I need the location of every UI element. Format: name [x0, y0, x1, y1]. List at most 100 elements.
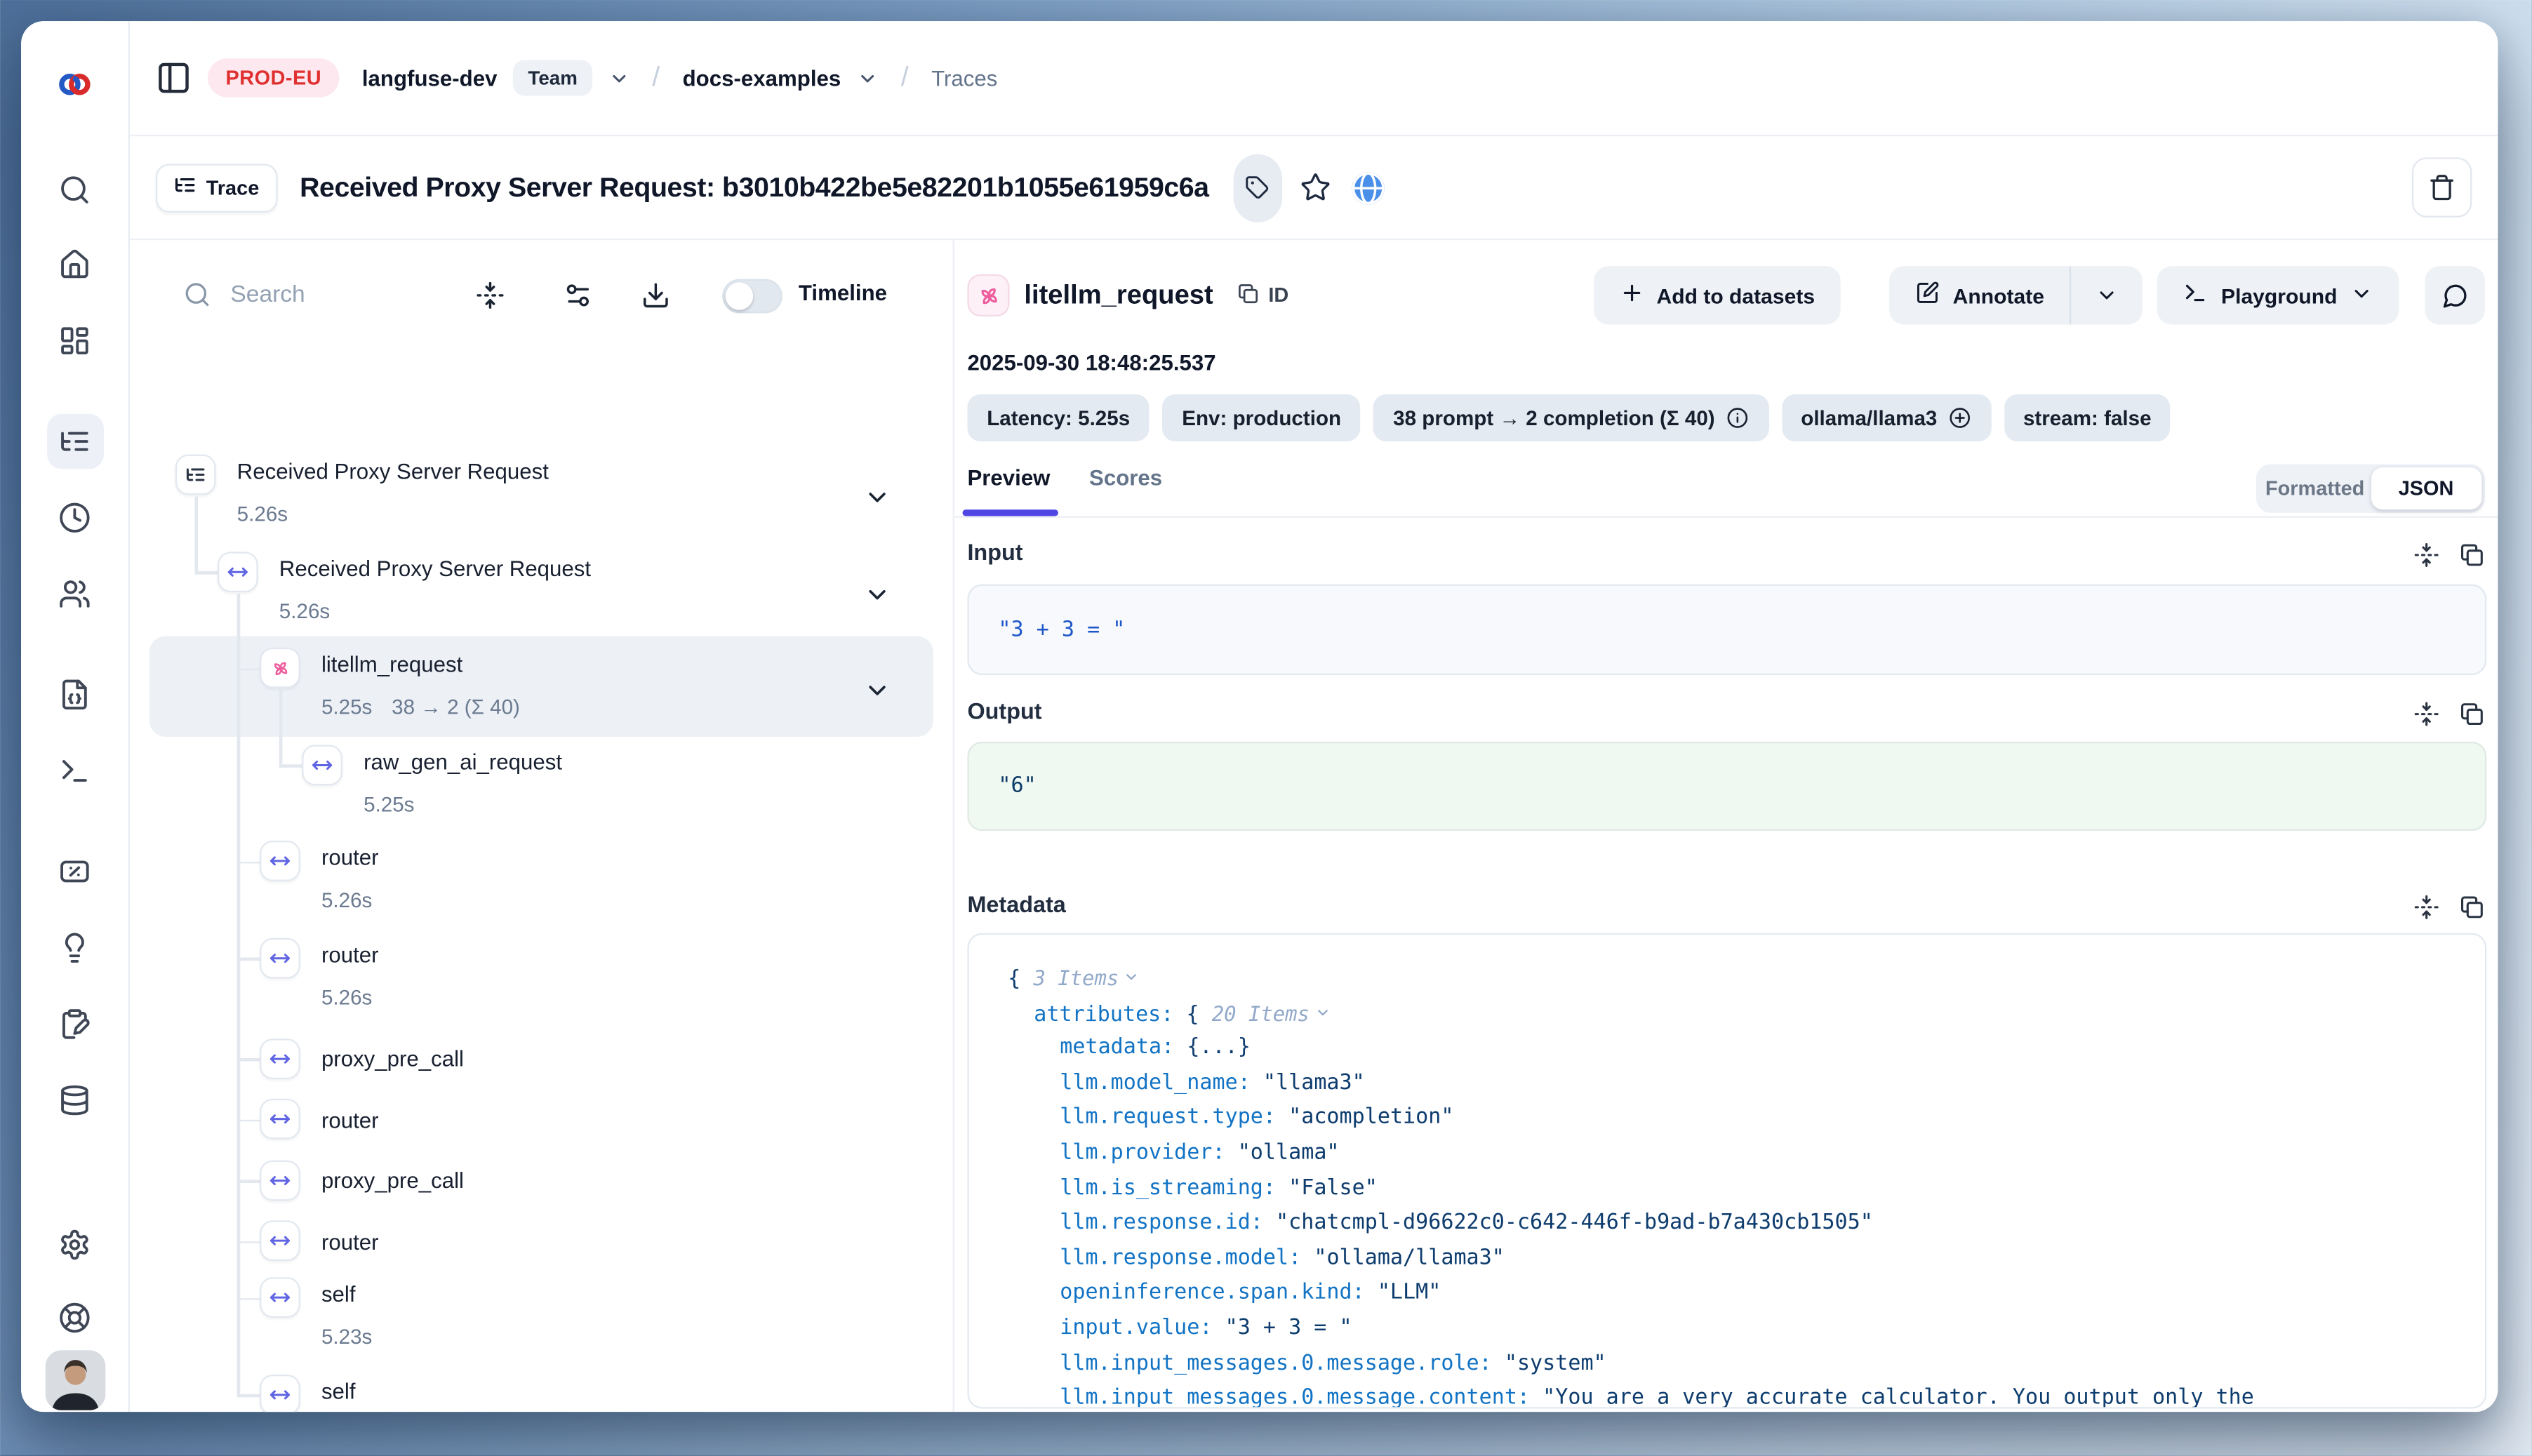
sidebar-icon-playground[interactable]	[21, 743, 128, 799]
sidebar-icon-datasets[interactable]	[21, 1073, 128, 1128]
sidebar-icon-home[interactable]	[21, 237, 128, 293]
json-items-count[interactable]: 3 Items	[1033, 966, 1119, 990]
span-name: router	[321, 846, 379, 870]
tree-row-litellm-request[interactable]: litellm_request5.25s38 → 2 (Σ 40)	[130, 644, 933, 741]
sidebar-icon-dashboard[interactable]	[21, 313, 128, 368]
span-name: router	[321, 1107, 379, 1132]
sidebar-icon-users[interactable]	[21, 566, 128, 622]
json-line: metadata: {...}	[969, 1031, 2485, 1066]
sidebar-toggle-icon[interactable]	[156, 60, 192, 96]
chevron-down-icon[interactable]	[863, 580, 891, 616]
litellm-icon	[967, 274, 1009, 316]
trace-tree-panel: Timeline Received Proxy Server Request5.…	[130, 240, 954, 1412]
copy-icon	[1237, 281, 1260, 309]
tree-row-received-proxy-server-request[interactable]: Received Proxy Server Request5.26s	[130, 548, 933, 645]
chevron-down-icon[interactable]	[608, 67, 629, 88]
chevron-down-icon	[2350, 281, 2373, 309]
chevron-down-icon[interactable]	[863, 676, 891, 712]
sidebar-icon-annotation[interactable]	[21, 996, 128, 1052]
tab-scores[interactable]: Scores	[1089, 466, 1162, 507]
fold-section-icon[interactable]	[2413, 701, 2439, 735]
collapse-all-icon[interactable]	[476, 281, 505, 318]
tree-row-router[interactable]: router	[130, 1213, 933, 1274]
output-value-box: "6"	[967, 742, 2486, 831]
sidebar-icon-evaluation[interactable]	[21, 844, 128, 900]
annotate-dropdown-button[interactable]	[2072, 266, 2143, 324]
json-value: "False"	[1288, 1176, 1378, 1201]
add-to-datasets-button[interactable]: Add to datasets	[1593, 266, 1841, 324]
json-line: input.value: "3 + 3 = "	[969, 1311, 2485, 1347]
user-avatar[interactable]	[46, 1350, 106, 1410]
tree-row-proxy-pre-call[interactable]: proxy_pre_call	[130, 1031, 933, 1092]
tree-row-self[interactable]: self5.23s	[130, 1274, 933, 1371]
copy-icon[interactable]	[2459, 542, 2485, 576]
json-line: llm.input_messages.0.message.role: "syst…	[969, 1347, 2485, 1382]
tree-row-proxy-pre-call[interactable]: proxy_pre_call	[130, 1152, 933, 1213]
sidebar-icon-sessions[interactable]	[21, 490, 128, 545]
public-globe-icon[interactable]	[1349, 168, 1388, 207]
json-key: attributes:	[1034, 1002, 1186, 1027]
project-name[interactable]: docs-examples	[683, 66, 841, 91]
view-settings-icon[interactable]	[564, 281, 593, 318]
tree-row-raw-gen-ai-request[interactable]: raw_gen_ai_request5.25s	[130, 741, 933, 838]
sidebar-icon-search[interactable]	[21, 162, 128, 218]
tree-row-self[interactable]: self5.23s	[130, 1370, 933, 1412]
main-column: PROD-EU langfuse-dev Team / docs-example…	[130, 21, 2498, 1412]
span-duration: 5.25s38 → 2 (Σ 40)	[321, 695, 520, 719]
format-option-formatted[interactable]: Formatted	[2259, 477, 2370, 500]
copy-id-button[interactable]: ID	[1237, 281, 1288, 309]
plus-circle-icon[interactable]	[1947, 406, 1971, 430]
chevron-down-icon[interactable]	[863, 483, 891, 519]
span-duration: 5.26s	[279, 598, 330, 622]
json-key: metadata:	[1060, 1036, 1187, 1060]
trace-type-label: Trace	[206, 176, 260, 199]
json-collapse-chevron[interactable]	[1124, 967, 1140, 991]
annotate-button[interactable]: Annotate	[1889, 266, 2070, 324]
star-button[interactable]	[1300, 172, 1331, 203]
sidebar-icon-support[interactable]	[21, 1290, 128, 1346]
sidebar-icon-insights[interactable]	[21, 920, 128, 975]
breadcrumb-section[interactable]: Traces	[931, 66, 997, 91]
org-name[interactable]: langfuse-dev	[362, 66, 498, 91]
fold-section-icon[interactable]	[2413, 894, 2439, 928]
tree-row-received-proxy-server-request[interactable]: Received Proxy Server Request5.26s	[130, 451, 933, 548]
span-tree: Received Proxy Server Request5.26sReceiv…	[130, 331, 953, 1412]
delete-button[interactable]	[2412, 157, 2472, 218]
download-icon[interactable]	[641, 281, 671, 318]
tree-row-router[interactable]: router	[130, 1091, 933, 1152]
observation-header: litellm_request ID Add to datasets	[967, 260, 2484, 331]
json-collapse-chevron[interactable]	[1314, 1002, 1331, 1027]
sidebar-icon-traces[interactable]	[21, 414, 128, 469]
format-option-json[interactable]: JSON	[2371, 467, 2481, 509]
json-value: "ollama"	[1238, 1141, 1340, 1166]
info-icon[interactable]	[1725, 406, 1750, 430]
detail-tabs: Preview Scores	[967, 466, 1162, 507]
json-value: "llama3"	[1263, 1071, 1365, 1095]
litellm-icon	[260, 648, 300, 688]
tree-row-router[interactable]: router5.26s	[130, 934, 933, 1031]
json-items-count[interactable]: 20 Items	[1212, 1001, 1310, 1025]
tree-row-router[interactable]: router5.26s	[130, 837, 933, 934]
badge-latency: Latency: 5.25s	[967, 394, 1150, 441]
json-punctuation: {	[1186, 1002, 1211, 1027]
chevron-down-icon[interactable]	[857, 67, 878, 88]
sidebar-icon-prompts[interactable]	[21, 667, 128, 723]
json-key: llm.request.type:	[1060, 1106, 1288, 1130]
search-icon	[183, 281, 211, 316]
fold-section-icon[interactable]	[2413, 542, 2439, 576]
search-input[interactable]	[230, 273, 441, 319]
copy-icon[interactable]	[2459, 701, 2485, 735]
comments-button[interactable]	[2425, 266, 2485, 324]
json-value: "You are a very accurate calculator. You…	[1542, 1386, 2254, 1408]
playground-button[interactable]: Playground	[2158, 266, 2399, 324]
pen-icon	[1915, 281, 1940, 310]
span-icon	[260, 1038, 300, 1078]
json-key: openinference.span.kind:	[1060, 1281, 1378, 1306]
tag-button[interactable]	[1233, 154, 1281, 222]
timeline-toggle[interactable]	[722, 279, 782, 314]
breadcrumb-separator: /	[895, 62, 915, 94]
sidebar-icon-settings[interactable]	[21, 1217, 128, 1273]
list-tree-icon	[173, 173, 196, 201]
tab-preview[interactable]: Preview	[967, 466, 1050, 507]
copy-icon[interactable]	[2459, 894, 2485, 928]
